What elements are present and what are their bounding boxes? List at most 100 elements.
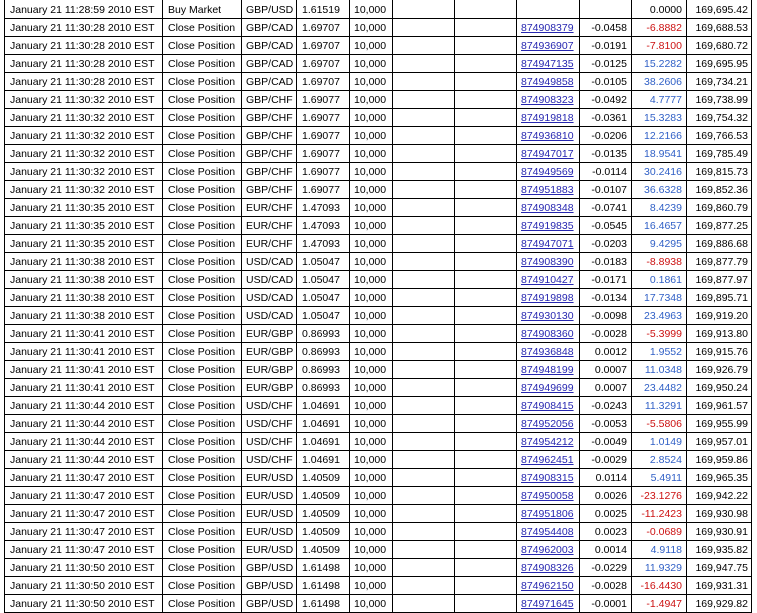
table-row: January 21 11:30:28 2010 EST Close Positi… xyxy=(4,73,752,91)
ticket-link[interactable]: 874962003 xyxy=(521,544,574,556)
empty-cell xyxy=(393,91,455,108)
ticket-link[interactable]: 874910427 xyxy=(521,274,574,286)
ticket-link[interactable]: 874919818 xyxy=(521,112,574,124)
ticket-link[interactable]: 874954408 xyxy=(521,526,574,538)
amount-cell: 10,000 xyxy=(350,127,393,144)
date-time-cell: January 21 11:30:41 2010 EST xyxy=(4,379,163,396)
ticket-link[interactable]: 874971645 xyxy=(521,598,574,610)
pips-cell: 0.0007 xyxy=(580,361,632,378)
pips-cell: -0.0183 xyxy=(580,253,632,270)
pips-cell: 0.0026 xyxy=(580,487,632,504)
ticket-link[interactable]: 874908315 xyxy=(521,472,574,484)
empty-cell xyxy=(393,433,455,450)
ticket-link[interactable]: 874947135 xyxy=(521,58,574,70)
action-cell: Close Position xyxy=(163,145,242,162)
ticket-link[interactable]: 874951883 xyxy=(521,184,574,196)
rate-cell: 1.40509 xyxy=(297,487,350,504)
table-row: January 21 11:28:59 2010 EST Buy Market GB… xyxy=(4,0,752,19)
table-row: January 21 11:30:41 2010 EST Close Positi… xyxy=(4,379,752,397)
profit-loss-cell: 15.2282 xyxy=(632,55,687,72)
profit-loss-cell: 11.0348 xyxy=(632,361,687,378)
currency-pair-cell: GBP/USD xyxy=(242,595,297,612)
empty-cell xyxy=(393,343,455,360)
action-cell: Close Position xyxy=(163,127,242,144)
empty-cell xyxy=(393,217,455,234)
profit-loss-cell: -1.4947 xyxy=(632,595,687,612)
date-time-cell: January 21 11:30:47 2010 EST xyxy=(4,487,163,504)
ticket-link[interactable]: 874919835 xyxy=(521,220,574,232)
ticket-link[interactable]: 874962451 xyxy=(521,454,574,466)
ticket-link[interactable]: 874949858 xyxy=(521,76,574,88)
empty-cell xyxy=(393,541,455,558)
amount-cell: 10,000 xyxy=(350,253,393,270)
date-time-cell: January 21 11:30:38 2010 EST xyxy=(4,253,163,270)
ticket-link[interactable]: 874908323 xyxy=(521,94,574,106)
profit-loss-cell: -0.0689 xyxy=(632,523,687,540)
rate-cell: 1.69077 xyxy=(297,91,350,108)
ticket-link[interactable]: 874908348 xyxy=(521,202,574,214)
amount-cell: 10,000 xyxy=(350,397,393,414)
currency-pair-cell: GBP/USD xyxy=(242,559,297,576)
ticket-link[interactable]: 874948199 xyxy=(521,364,574,376)
ticket-link[interactable]: 874908379 xyxy=(521,22,574,34)
profit-loss-cell: 38.2606 xyxy=(632,73,687,90)
currency-pair-cell: EUR/GBP xyxy=(242,325,297,342)
currency-pair-cell: EUR/CHF xyxy=(242,217,297,234)
ticket-link[interactable]: 874952056 xyxy=(521,418,574,430)
ticket-link[interactable]: 874954212 xyxy=(521,436,574,448)
action-cell: Close Position xyxy=(163,379,242,396)
pips-cell: -0.0029 xyxy=(580,451,632,468)
profit-loss-cell: 11.3291 xyxy=(632,397,687,414)
table-row: January 21 11:30:32 2010 EST Close Positi… xyxy=(4,91,752,109)
profit-loss-cell: 23.4963 xyxy=(632,307,687,324)
action-cell: Close Position xyxy=(163,199,242,216)
ticket-link[interactable]: 874949569 xyxy=(521,166,574,178)
pips-cell: -0.0049 xyxy=(580,433,632,450)
pips-cell: 0.0007 xyxy=(580,379,632,396)
action-cell: Close Position xyxy=(163,415,242,432)
amount-cell: 10,000 xyxy=(350,361,393,378)
balance-cell: 169,965.35 xyxy=(687,469,752,486)
empty-cell xyxy=(455,307,517,324)
ticket-link[interactable]: 874936810 xyxy=(521,130,574,142)
ticket-link[interactable]: 874947071 xyxy=(521,238,574,250)
action-cell: Close Position xyxy=(163,253,242,270)
ticket-link[interactable]: 874908415 xyxy=(521,400,574,412)
pips-cell xyxy=(580,0,632,18)
ticket-link[interactable]: 874936848 xyxy=(521,346,574,358)
date-time-cell: January 21 11:28:59 2010 EST xyxy=(4,0,163,18)
ticket-link[interactable]: 874949699 xyxy=(521,382,574,394)
empty-cell xyxy=(393,181,455,198)
pips-cell: -0.0028 xyxy=(580,325,632,342)
balance-cell: 169,895.71 xyxy=(687,289,752,306)
table-row: January 21 11:30:28 2010 EST Close Positi… xyxy=(4,55,752,73)
ticket-link[interactable]: 874908360 xyxy=(521,328,574,340)
ticket-link[interactable]: 874947017 xyxy=(521,148,574,160)
table-row: January 21 11:30:50 2010 EST Close Positi… xyxy=(4,595,752,613)
currency-pair-cell: GBP/CAD xyxy=(242,19,297,36)
action-cell: Close Position xyxy=(163,181,242,198)
currency-pair-cell: EUR/USD xyxy=(242,469,297,486)
amount-cell: 10,000 xyxy=(350,109,393,126)
ticket-link[interactable]: 874930130 xyxy=(521,310,574,322)
table-row: January 21 11:30:41 2010 EST Close Positi… xyxy=(4,325,752,343)
table-row: January 21 11:30:32 2010 EST Close Positi… xyxy=(4,163,752,181)
ticket-link[interactable]: 874962150 xyxy=(521,580,574,592)
ticket-link[interactable]: 874919898 xyxy=(521,292,574,304)
date-time-cell: January 21 11:30:32 2010 EST xyxy=(4,127,163,144)
profit-loss-cell: -8.8938 xyxy=(632,253,687,270)
date-time-cell: January 21 11:30:50 2010 EST xyxy=(4,577,163,594)
ticket-link[interactable]: 874951806 xyxy=(521,508,574,520)
ticket-cell: 874962150 xyxy=(517,577,580,594)
amount-cell: 10,000 xyxy=(350,415,393,432)
date-time-cell: January 21 11:30:35 2010 EST xyxy=(4,235,163,252)
ticket-link[interactable]: 874908390 xyxy=(521,256,574,268)
date-time-cell: January 21 11:30:35 2010 EST xyxy=(4,217,163,234)
ticket-link[interactable]: 874908326 xyxy=(521,562,574,574)
ticket-link[interactable]: 874936907 xyxy=(521,40,574,52)
action-cell: Close Position xyxy=(163,91,242,108)
empty-cell xyxy=(393,523,455,540)
ticket-link[interactable]: 874950058 xyxy=(521,490,574,502)
date-time-cell: January 21 11:30:32 2010 EST xyxy=(4,145,163,162)
balance-cell: 169,942.22 xyxy=(687,487,752,504)
